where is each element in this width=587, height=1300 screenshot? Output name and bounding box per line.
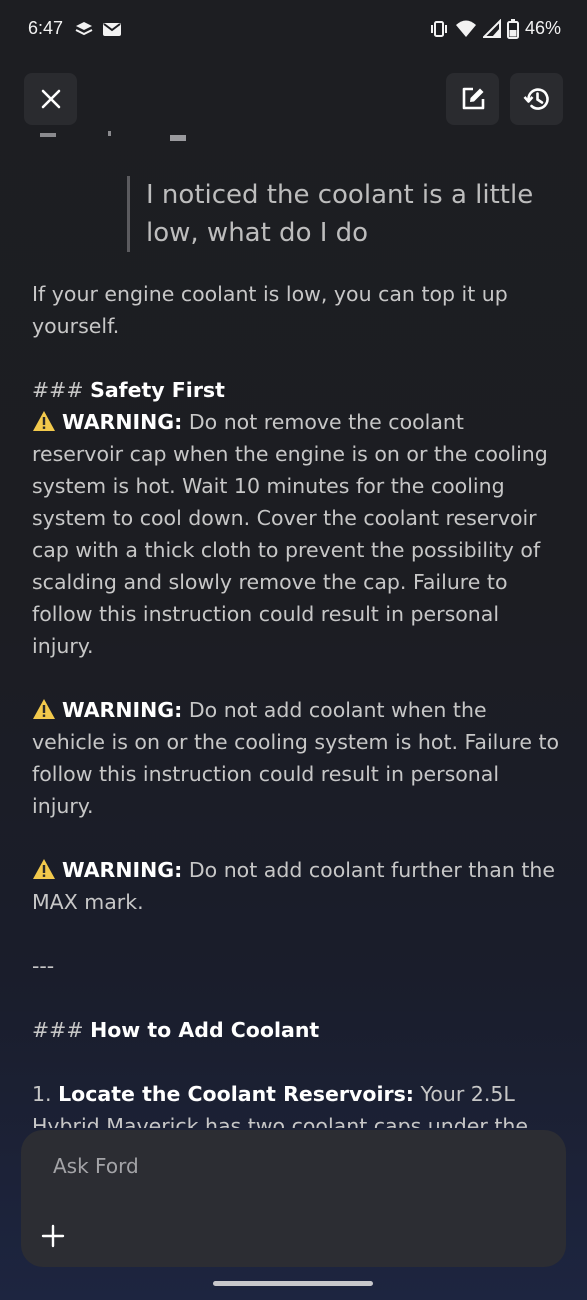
vibrate-icon (430, 20, 447, 37)
warning-label: WARNING: (62, 698, 183, 722)
warning-1: WARNING: Do not remove the coolant reser… (32, 406, 560, 662)
warning-text: Do not remove the coolant reservoir cap … (32, 410, 548, 658)
step-1: 1. Locate the Coolant Reservoirs: Your 2… (32, 1078, 560, 1128)
edit-icon (462, 87, 484, 110)
safety-heading-title: Safety First (90, 378, 225, 402)
warning-icon (33, 411, 55, 431)
scrolled-content-fragment (38, 128, 238, 142)
warning-icon (33, 859, 55, 879)
stack-icon (75, 22, 93, 36)
warning-icon (33, 699, 55, 719)
response-intro: If your engine coolant is low, you can t… (32, 282, 508, 338)
warning-2: WARNING: Do not add coolant when the veh… (32, 694, 560, 822)
plus-icon (41, 1224, 65, 1248)
history-icon (523, 88, 549, 110)
home-indicator[interactable] (213, 1281, 373, 1286)
cell-signal-icon (482, 18, 501, 38)
battery-percent: 46% (524, 18, 561, 38)
gmail-icon (103, 23, 121, 36)
safety-heading: ### Safety First (32, 378, 225, 402)
warning-3: WARNING: Do not add coolant further than… (32, 854, 560, 918)
battery-icon (506, 18, 519, 39)
status-bar: 6:47 46% (0, 0, 587, 60)
close-button[interactable] (24, 73, 77, 125)
assistant-response: If your engine coolant is low, you can t… (32, 278, 560, 1128)
user-message-text: I noticed the coolant is a little low, w… (146, 180, 534, 248)
ask-composer[interactable]: Ask Ford (21, 1130, 566, 1267)
ask-input[interactable]: Ask Ford (53, 1154, 139, 1178)
close-icon (41, 89, 60, 109)
howto-heading: ### How to Add Coolant (32, 1018, 320, 1042)
status-time: 6:47 (28, 18, 64, 38)
warning-label: WARNING: (62, 410, 183, 434)
warning-label: WARNING: (62, 858, 183, 882)
divider: --- (32, 954, 55, 978)
step-number: 1. (32, 1082, 52, 1106)
history-button[interactable] (510, 73, 563, 125)
howto-heading-title: How to Add Coolant (90, 1018, 320, 1042)
new-chat-button[interactable] (446, 73, 499, 125)
step-title: Locate the Coolant Reservoirs: (58, 1082, 414, 1106)
add-attachment-button[interactable] (39, 1222, 67, 1250)
user-message: I noticed the coolant is a little low, w… (127, 176, 566, 252)
wifi-icon (455, 20, 476, 37)
